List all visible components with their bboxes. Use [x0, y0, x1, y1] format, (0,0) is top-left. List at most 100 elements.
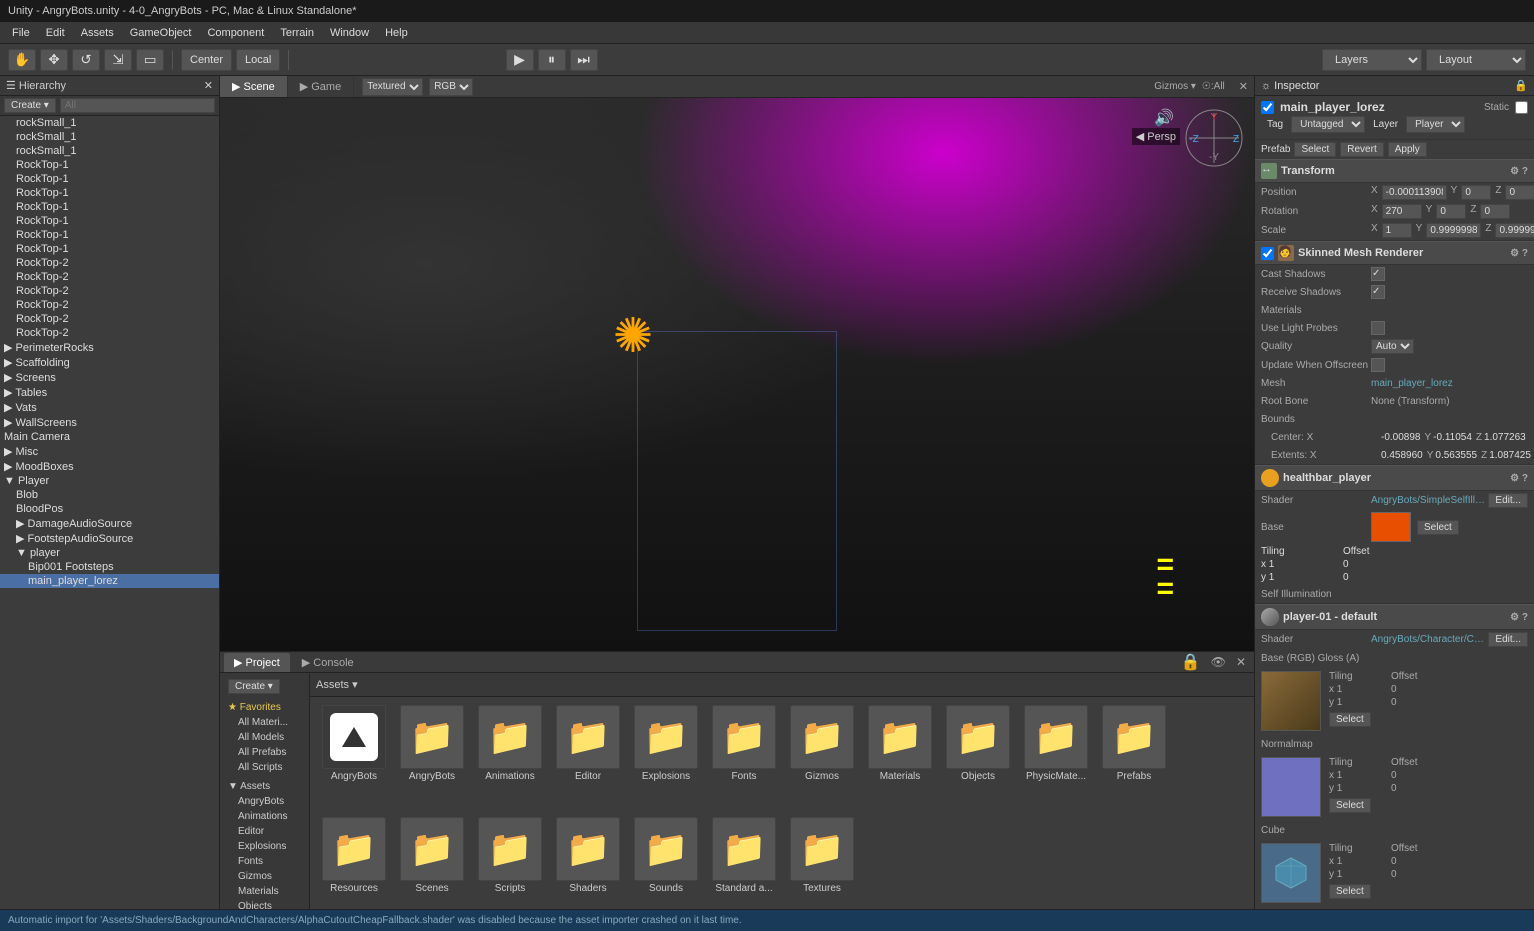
scale-y-input[interactable]: [1426, 223, 1481, 238]
list-item-bip001[interactable]: Bip001 Footsteps: [0, 560, 219, 574]
skinned-mesh-header[interactable]: 🧑 Skinned Mesh Renderer ⚙ ?: [1255, 241, 1534, 265]
menu-file[interactable]: File: [4, 25, 38, 41]
asset-item-angrybots[interactable]: 📁 AngryBots: [396, 705, 468, 811]
asset-item-unity[interactable]: AngryBots: [318, 705, 390, 811]
bottom-eye-icon[interactable]: 👁: [1207, 655, 1230, 669]
proj-animator[interactable]: Animations: [224, 809, 305, 824]
proj-assets[interactable]: ▼ Assets: [224, 779, 305, 794]
layers-dropdown[interactable]: Layers: [1322, 49, 1422, 71]
proj-editor[interactable]: Editor: [224, 824, 305, 839]
proj-all-models[interactable]: All Models: [224, 730, 305, 745]
rot-x-input[interactable]: [1382, 204, 1422, 219]
list-item[interactable]: RockTop-2: [0, 256, 219, 270]
list-item[interactable]: RockTop-1: [0, 228, 219, 242]
asset-item-explosions[interactable]: 📁 Explosions: [630, 705, 702, 811]
player-shader-settings[interactable]: ⚙ ?: [1510, 612, 1528, 623]
proj-materials[interactable]: Materials: [224, 884, 305, 899]
list-item-vats[interactable]: ▶ Vats: [0, 400, 219, 415]
bottom-close-icon[interactable]: ✕: [1232, 655, 1250, 669]
pivot-center-button[interactable]: Center: [181, 49, 232, 71]
list-item[interactable]: RockTop-1: [0, 200, 219, 214]
rot-y-input[interactable]: [1436, 204, 1466, 219]
shading-dropdown[interactable]: Textured: [362, 78, 423, 96]
play-button[interactable]: ▶: [506, 49, 534, 71]
audio-icon[interactable]: 🔊: [1154, 108, 1174, 128]
menu-assets[interactable]: Assets: [73, 25, 122, 41]
hierarchy-create-button[interactable]: Create ▾: [4, 98, 56, 113]
list-item-perimeter-rocks[interactable]: ▶ PerimeterRocks: [0, 340, 219, 355]
scale-z-input[interactable]: [1495, 223, 1534, 238]
skinned-mesh-enabled[interactable]: [1261, 247, 1274, 260]
asset-item-sounds[interactable]: 📁 Sounds: [630, 817, 702, 923]
tab-game[interactable]: ▶ Game: [288, 76, 354, 97]
list-item[interactable]: RockTop-2: [0, 270, 219, 284]
skinned-mesh-settings[interactable]: ⚙ ?: [1510, 248, 1528, 259]
proj-favorites[interactable]: ★ Favorites: [224, 700, 305, 715]
pos-z-input[interactable]: [1505, 185, 1534, 200]
list-item[interactable]: RockTop-2: [0, 284, 219, 298]
list-item[interactable]: RockTop-1: [0, 172, 219, 186]
normalmap-select-button[interactable]: Select: [1329, 798, 1371, 813]
persp-label[interactable]: ◀ Persp: [1132, 128, 1180, 145]
asset-item-resources[interactable]: 📁 Resources: [318, 817, 390, 923]
tag-dropdown[interactable]: Untagged: [1291, 116, 1365, 133]
healthbar-color-swatch[interactable]: [1371, 512, 1411, 542]
asset-item-fonts[interactable]: 📁 Fonts: [708, 705, 780, 811]
list-item-tables[interactable]: ▶ Tables: [0, 385, 219, 400]
list-item-moodboxes[interactable]: ▶ MoodBoxes: [0, 459, 219, 474]
scale-x-input[interactable]: [1382, 223, 1412, 238]
cube-select-button[interactable]: Select: [1329, 884, 1371, 899]
list-item-bloodpos[interactable]: BloodPos: [0, 502, 219, 516]
cast-shadows-checkbox[interactable]: [1371, 267, 1385, 281]
list-item-main-camera[interactable]: Main Camera: [0, 430, 219, 444]
list-item[interactable]: RockTop-1: [0, 242, 219, 256]
list-item-wallscreens[interactable]: ▶ WallScreens: [0, 415, 219, 430]
layer-dropdown[interactable]: Player: [1406, 116, 1465, 133]
list-item[interactable]: RockTop-2: [0, 326, 219, 340]
hand-tool-button[interactable]: ✋: [8, 49, 36, 71]
color-mode-dropdown[interactable]: RGB: [429, 78, 473, 96]
list-item-main-player-lorez[interactable]: main_player_lorez: [0, 574, 219, 588]
player-shader-edit-button[interactable]: Edit...: [1488, 632, 1528, 647]
scale-tool-button[interactable]: ⇲: [104, 49, 132, 71]
list-item[interactable]: RockTop-2: [0, 298, 219, 312]
prefab-revert-button[interactable]: Revert: [1340, 142, 1383, 157]
asset-item-materials[interactable]: 📁 Materials: [864, 705, 936, 811]
update-offscreen-checkbox[interactable]: [1371, 358, 1385, 372]
inspector-lock-icon[interactable]: 🔒: [1514, 79, 1528, 92]
scene-viewport[interactable]: ✺ Y -Y -Z Z ◀ Persp 🔊: [220, 98, 1254, 651]
normalmap-texture-thumb[interactable]: [1261, 757, 1321, 817]
asset-item-scripts[interactable]: 📁 Scripts: [474, 817, 546, 923]
hierarchy-close[interactable]: ✕: [204, 79, 213, 92]
proj-gizmos[interactable]: Gizmos: [224, 869, 305, 884]
asset-item-animations[interactable]: 📁 Animations: [474, 705, 546, 811]
quality-dropdown[interactable]: Auto: [1371, 339, 1414, 354]
proj-angrybots[interactable]: AngryBots: [224, 794, 305, 809]
menu-help[interactable]: Help: [377, 25, 416, 41]
tab-console[interactable]: ▶ Console: [292, 653, 364, 672]
list-item-screens[interactable]: ▶ Screens: [0, 370, 219, 385]
prefab-select-button[interactable]: Select: [1294, 142, 1336, 157]
asset-item-physicmate[interactable]: 📁 PhysicMate...: [1020, 705, 1092, 811]
healthbar-select-button[interactable]: Select: [1417, 520, 1459, 535]
list-item-footstep-audio[interactable]: ▶ FootstepAudioSource: [0, 531, 219, 546]
list-item[interactable]: rockSmall_1: [0, 144, 219, 158]
move-tool-button[interactable]: ✥: [40, 49, 68, 71]
rect-tool-button[interactable]: ▭: [136, 49, 164, 71]
asset-item-objects[interactable]: 📁 Objects: [942, 705, 1014, 811]
player-shader-header[interactable]: player-01 - default ⚙ ?: [1255, 604, 1534, 630]
asset-item-shaders[interactable]: 📁 Shaders: [552, 817, 624, 923]
list-item[interactable]: rockSmall_1: [0, 116, 219, 130]
list-item[interactable]: RockTop-1: [0, 214, 219, 228]
step-button[interactable]: ⏭: [570, 49, 598, 71]
list-item-blob[interactable]: Blob: [0, 488, 219, 502]
menu-window[interactable]: Window: [322, 25, 377, 41]
hierarchy-search-input[interactable]: [60, 98, 215, 113]
asset-item-standard[interactable]: 📁 Standard a...: [708, 817, 780, 923]
transform-settings-icon[interactable]: ⚙ ?: [1510, 166, 1528, 177]
proj-fonts[interactable]: Fonts: [224, 854, 305, 869]
list-item-damage-audio[interactable]: ▶ DamageAudioSource: [0, 516, 219, 531]
rot-z-input[interactable]: [1480, 204, 1510, 219]
scene-compass[interactable]: Y -Y -Z Z: [1184, 108, 1244, 168]
menu-terrain[interactable]: Terrain: [272, 25, 322, 41]
